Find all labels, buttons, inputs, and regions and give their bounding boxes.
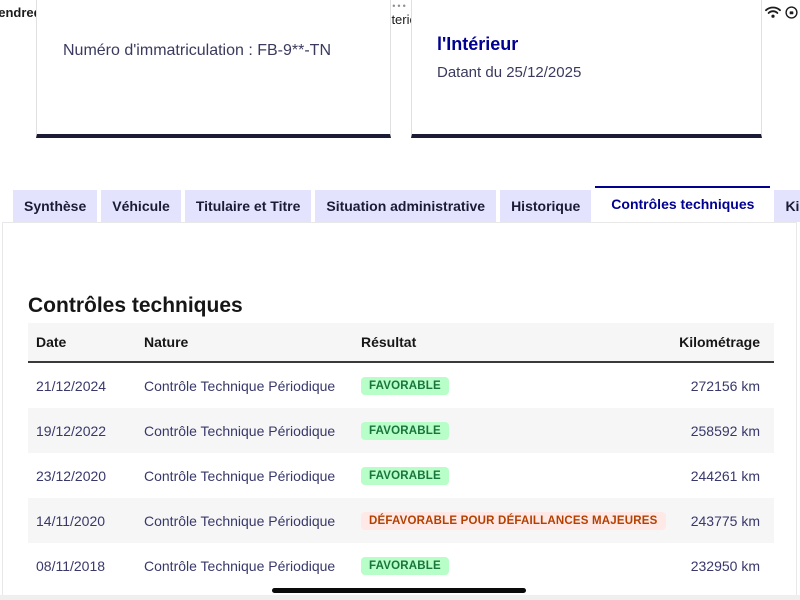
table-row: 21/12/2024 Contrôle Technique Périodique… [28, 363, 774, 408]
result-badge: FAVORABLE [361, 557, 449, 575]
tab-bar: Synthèse Véhicule Titulaire et Titre Sit… [13, 186, 800, 222]
report-date: Datant du 25/12/2025 [437, 64, 581, 81]
table-row: 19/12/2022 Contrôle Technique Périodique… [28, 408, 774, 453]
report-card: l'Intérieur Datant du 25/12/2025 [411, 0, 762, 138]
inspection-nature: Contrôle Technique Périodique [136, 423, 353, 439]
tab-kilometrage[interactable]: Kilométrage [774, 190, 800, 222]
inspection-nature: Contrôle Technique Périodique [136, 558, 353, 574]
result-badge: DÉFAVORABLE POUR DÉFAILLANCES MAJEURES [361, 512, 666, 530]
tab-panel-controles-techniques: Contrôles techniques Date Nature Résulta… [2, 222, 797, 600]
header-resultat: Résultat [353, 334, 653, 350]
table-row: 23/12/2020 Contrôle Technique Périodique… [28, 453, 774, 498]
table-row: 14/11/2020 Contrôle Technique Périodique… [28, 498, 774, 543]
rotation-lock-icon [785, 6, 798, 19]
tab-historique[interactable]: Historique [500, 190, 591, 222]
table-row: 08/11/2018 Contrôle Technique Périodique… [28, 543, 774, 588]
inspection-km: 243775 km [653, 513, 774, 529]
result-badge: FAVORABLE [361, 422, 449, 440]
inspection-date: 14/11/2020 [28, 513, 136, 529]
report-title: l'Intérieur [437, 34, 518, 55]
header-date: Date [28, 334, 136, 350]
header-kilometrage: Kilométrage [653, 334, 774, 350]
inspection-date: 19/12/2022 [28, 423, 136, 439]
section-title: Contrôles techniques [28, 294, 243, 318]
result-badge: FAVORABLE [361, 377, 449, 395]
wifi-icon [765, 6, 781, 18]
table-header-row: Date Nature Résultat Kilométrage [28, 323, 774, 363]
home-indicator[interactable] [272, 588, 526, 593]
inspection-date: 21/12/2024 [28, 378, 136, 394]
tab-titulaire-et-titre[interactable]: Titulaire et Titre [185, 190, 312, 222]
inspection-km: 258592 km [653, 423, 774, 439]
inspection-date: 08/11/2018 [28, 558, 136, 574]
tab-controles-techniques[interactable]: Contrôles techniques [595, 186, 770, 222]
inspection-date: 23/12/2020 [28, 468, 136, 484]
registration-number: Numéro d'immatriculation : FB-9**-TN [63, 42, 331, 60]
inspection-km: 272156 km [653, 378, 774, 394]
inspection-km: 244261 km [653, 468, 774, 484]
inspection-nature: Contrôle Technique Périodique [136, 468, 353, 484]
tab-situation-administrative[interactable]: Situation administrative [315, 190, 496, 222]
result-badge: FAVORABLE [361, 467, 449, 485]
inspection-nature: Contrôle Technique Périodique [136, 513, 353, 529]
inspections-table: Date Nature Résultat Kilométrage 21/12/2… [28, 323, 774, 588]
inspection-km: 232950 km [653, 558, 774, 574]
tab-synthese[interactable]: Synthèse [13, 190, 97, 222]
tab-vehicule[interactable]: Véhicule [101, 190, 181, 222]
bottom-strip [0, 595, 800, 600]
registration-card: Numéro d'immatriculation : FB-9**-TN [36, 0, 391, 138]
inspection-nature: Contrôle Technique Périodique [136, 378, 353, 394]
header-nature: Nature [136, 334, 353, 350]
